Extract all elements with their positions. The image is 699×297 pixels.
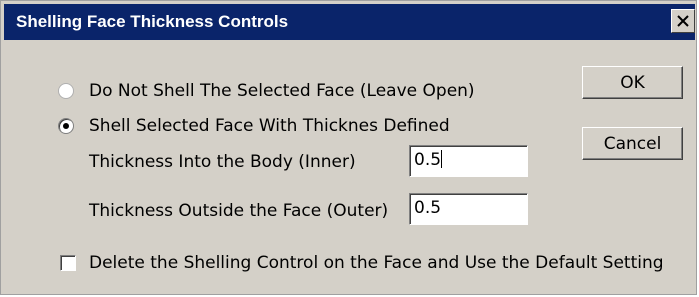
close-icon [677, 15, 689, 27]
outer-thickness-input[interactable]: 0.5 [409, 193, 528, 225]
delete-control-label[interactable]: Delete the Shelling Control on the Face … [89, 253, 664, 273]
delete-control-checkbox[interactable] [60, 255, 76, 271]
do-not-shell-label[interactable]: Do Not Shell The Selected Face (Leave Op… [89, 81, 475, 101]
outer-thickness-value: 0.5 [414, 198, 442, 218]
shell-with-thickness-label[interactable]: Shell Selected Face With Thicknes Define… [89, 116, 450, 136]
inner-thickness-value: 0.5 [414, 150, 442, 170]
do-not-shell-radio[interactable] [58, 83, 74, 99]
inner-thickness-input[interactable]: 0.5 [409, 145, 528, 177]
outer-thickness-label: Thickness Outside the Face (Outer) [89, 201, 389, 221]
ok-button[interactable]: OK [582, 66, 683, 99]
dialog-title: Shelling Face Thickness Controls [16, 12, 289, 31]
inner-thickness-label: Thickness Into the Body (Inner) [89, 152, 356, 172]
shell-with-thickness-radio[interactable] [58, 118, 74, 134]
radio-selected-dot [63, 123, 69, 129]
text-caret [441, 150, 443, 168]
close-button[interactable] [671, 9, 695, 33]
title-bar[interactable]: Shelling Face Thickness Controls [4, 4, 695, 40]
cancel-button[interactable]: Cancel [582, 127, 683, 160]
shelling-dialog: Shelling Face Thickness Controls Do Not … [0, 0, 697, 295]
